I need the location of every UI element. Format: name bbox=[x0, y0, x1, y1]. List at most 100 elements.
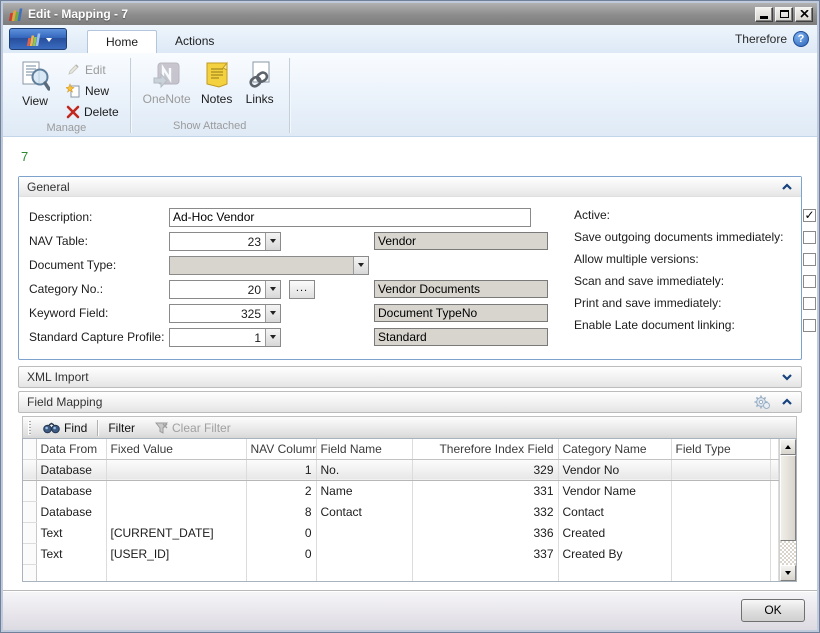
table-row[interactable]: Text[CURRENT_DATE]0 336Created bbox=[23, 522, 779, 543]
table-cell[interactable]: Database bbox=[36, 501, 106, 522]
column-header[interactable]: Field Name bbox=[316, 439, 412, 459]
scroll-up-button[interactable] bbox=[780, 439, 796, 455]
filter-button[interactable]: Filter bbox=[101, 418, 142, 438]
table-cell[interactable]: Database bbox=[36, 480, 106, 501]
table-cell[interactable]: Text bbox=[36, 543, 106, 564]
row-selector[interactable] bbox=[23, 522, 36, 543]
table-cell[interactable]: Vendor Name bbox=[558, 480, 671, 501]
table-cell[interactable]: 329 bbox=[412, 459, 558, 480]
minimize-button[interactable] bbox=[755, 7, 773, 22]
row-selector[interactable] bbox=[23, 501, 36, 522]
category-no-combo[interactable]: 20 bbox=[169, 280, 281, 299]
table-cell[interactable] bbox=[671, 522, 770, 543]
standard-capture-profile-combo[interactable]: 1 bbox=[169, 328, 281, 347]
view-button[interactable]: View bbox=[11, 58, 59, 110]
tab-home[interactable]: Home bbox=[87, 30, 157, 53]
checkbox[interactable] bbox=[803, 231, 816, 244]
checkbox[interactable] bbox=[803, 275, 816, 288]
table-cell[interactable]: [CURRENT_DATE] bbox=[106, 522, 246, 543]
chevron-down-icon[interactable] bbox=[781, 373, 793, 381]
tab-actions[interactable]: Actions bbox=[157, 30, 232, 53]
table-cell[interactable]: 331 bbox=[412, 480, 558, 501]
column-header[interactable]: Therefore Index Field bbox=[412, 439, 558, 459]
vertical-scrollbar[interactable] bbox=[779, 439, 796, 581]
column-header[interactable]: Fixed Value bbox=[106, 439, 246, 459]
table-cell[interactable]: 332 bbox=[412, 501, 558, 522]
scroll-down-button[interactable] bbox=[780, 565, 796, 581]
title-bar[interactable]: Edit - Mapping - 7 bbox=[3, 3, 817, 25]
description-input[interactable] bbox=[169, 208, 531, 227]
table-cell[interactable]: Created bbox=[558, 522, 671, 543]
checkbox[interactable]: ✓ bbox=[803, 209, 816, 222]
table-cell[interactable]: 2 bbox=[246, 480, 316, 501]
clear-filter-button[interactable]: Clear Filter bbox=[148, 418, 238, 438]
find-button[interactable]: Find bbox=[36, 418, 94, 438]
table-cell[interactable]: 0 bbox=[246, 522, 316, 543]
row-selector[interactable] bbox=[23, 459, 36, 480]
ok-button[interactable]: OK bbox=[741, 599, 805, 622]
column-header[interactable]: Category Name bbox=[558, 439, 671, 459]
chevron-up-icon[interactable] bbox=[781, 398, 793, 406]
table-cell[interactable]: Text bbox=[36, 522, 106, 543]
table-cell[interactable] bbox=[671, 480, 770, 501]
new-button[interactable]: New bbox=[63, 81, 122, 100]
table-cell[interactable] bbox=[106, 459, 246, 480]
toolbar-grip[interactable] bbox=[28, 421, 31, 435]
close-button[interactable] bbox=[795, 7, 813, 22]
table-cell[interactable]: Database bbox=[36, 459, 106, 480]
table-cell[interactable] bbox=[671, 501, 770, 522]
dropdown-button[interactable] bbox=[265, 305, 280, 322]
column-header[interactable]: NAV Column bbox=[246, 439, 316, 459]
edit-button[interactable]: Edit bbox=[63, 60, 122, 79]
application-menu-button[interactable] bbox=[9, 28, 67, 50]
maximize-button[interactable] bbox=[775, 7, 793, 22]
table-cell[interactable] bbox=[316, 522, 412, 543]
delete-button[interactable]: Delete bbox=[63, 102, 122, 121]
table-cell[interactable]: 336 bbox=[412, 522, 558, 543]
table-row[interactable]: Database 1No.329Vendor No bbox=[23, 459, 779, 480]
gear-icon[interactable] bbox=[753, 394, 771, 410]
checkbox[interactable] bbox=[803, 319, 816, 332]
table-cell[interactable]: Vendor No bbox=[558, 459, 671, 480]
field-mapping-fasttab[interactable]: Field Mapping bbox=[18, 391, 802, 413]
table-cell[interactable] bbox=[316, 543, 412, 564]
column-header[interactable]: Field Type bbox=[671, 439, 770, 459]
dropdown-button[interactable] bbox=[265, 281, 280, 298]
table-cell[interactable]: 0 bbox=[246, 543, 316, 564]
chevron-up-icon[interactable] bbox=[781, 183, 793, 191]
table-cell[interactable] bbox=[671, 459, 770, 480]
nav-table-combo[interactable]: 23 bbox=[169, 232, 281, 251]
column-header[interactable]: Data From bbox=[36, 439, 106, 459]
table-cell[interactable]: Contact bbox=[558, 501, 671, 522]
table-cell[interactable]: 1 bbox=[246, 459, 316, 480]
table-row[interactable]: Text[USER_ID]0 337Created By bbox=[23, 543, 779, 564]
table-cell[interactable] bbox=[671, 543, 770, 564]
scrollbar-track[interactable] bbox=[780, 541, 796, 565]
dropdown-button[interactable] bbox=[265, 329, 280, 346]
checkbox[interactable] bbox=[803, 297, 816, 310]
table-cell[interactable]: Contact bbox=[316, 501, 412, 522]
table-row[interactable]: Database8Contact332Contact bbox=[23, 501, 779, 522]
table-row[interactable]: Database 2Name331Vendor Name bbox=[23, 480, 779, 501]
scrollbar-thumb[interactable] bbox=[780, 455, 796, 541]
onenote-button[interactable]: OneNote bbox=[139, 58, 195, 108]
notes-button[interactable]: Notes bbox=[195, 58, 239, 108]
keyword-field-combo[interactable]: 325 bbox=[169, 304, 281, 323]
table-cell[interactable]: Created By bbox=[558, 543, 671, 564]
links-button[interactable]: Links bbox=[239, 58, 281, 108]
general-fasttab-header[interactable]: General bbox=[19, 177, 801, 197]
table-cell[interactable]: [USER_ID] bbox=[106, 543, 246, 564]
xml-import-fasttab[interactable]: XML Import bbox=[18, 366, 802, 388]
dropdown-button[interactable] bbox=[265, 233, 280, 250]
checkbox[interactable] bbox=[803, 253, 816, 266]
row-selector[interactable] bbox=[23, 543, 36, 564]
table-cell[interactable]: No. bbox=[316, 459, 412, 480]
table-cell[interactable]: 8 bbox=[246, 501, 316, 522]
table-cell[interactable] bbox=[106, 480, 246, 501]
help-icon[interactable]: ? bbox=[793, 31, 809, 47]
row-selector[interactable] bbox=[23, 480, 36, 501]
table-cell[interactable]: 337 bbox=[412, 543, 558, 564]
category-assist-button[interactable]: ... bbox=[289, 280, 315, 299]
table-cell[interactable]: Name bbox=[316, 480, 412, 501]
table-cell[interactable] bbox=[106, 501, 246, 522]
